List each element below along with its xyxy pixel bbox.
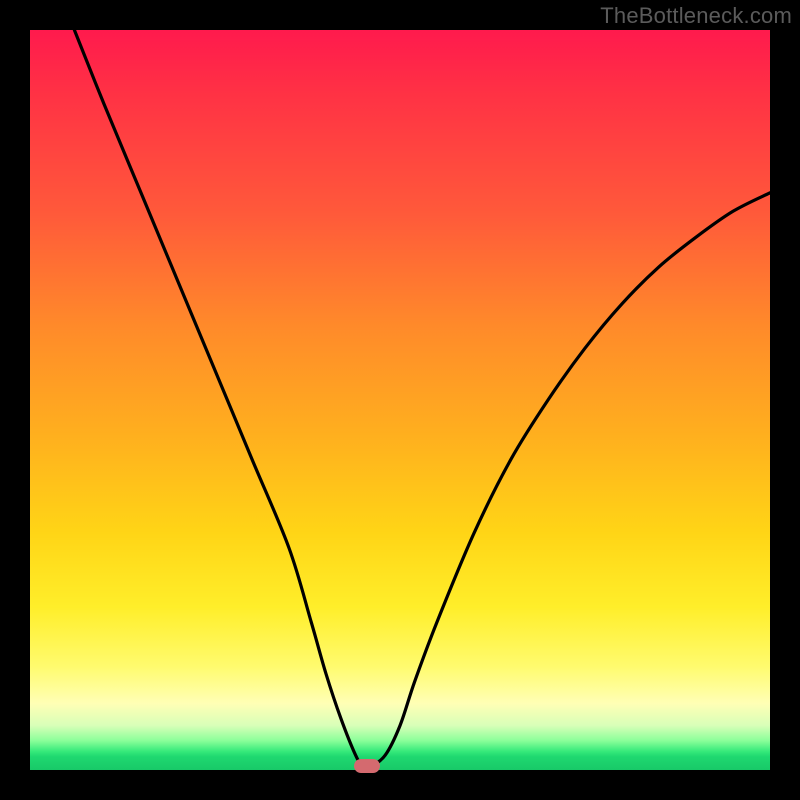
watermark-text: TheBottleneck.com [600,3,792,29]
optimal-marker [354,759,380,773]
bottleneck-curve [30,30,770,770]
chart-frame: TheBottleneck.com [0,0,800,800]
plot-area [30,30,770,770]
